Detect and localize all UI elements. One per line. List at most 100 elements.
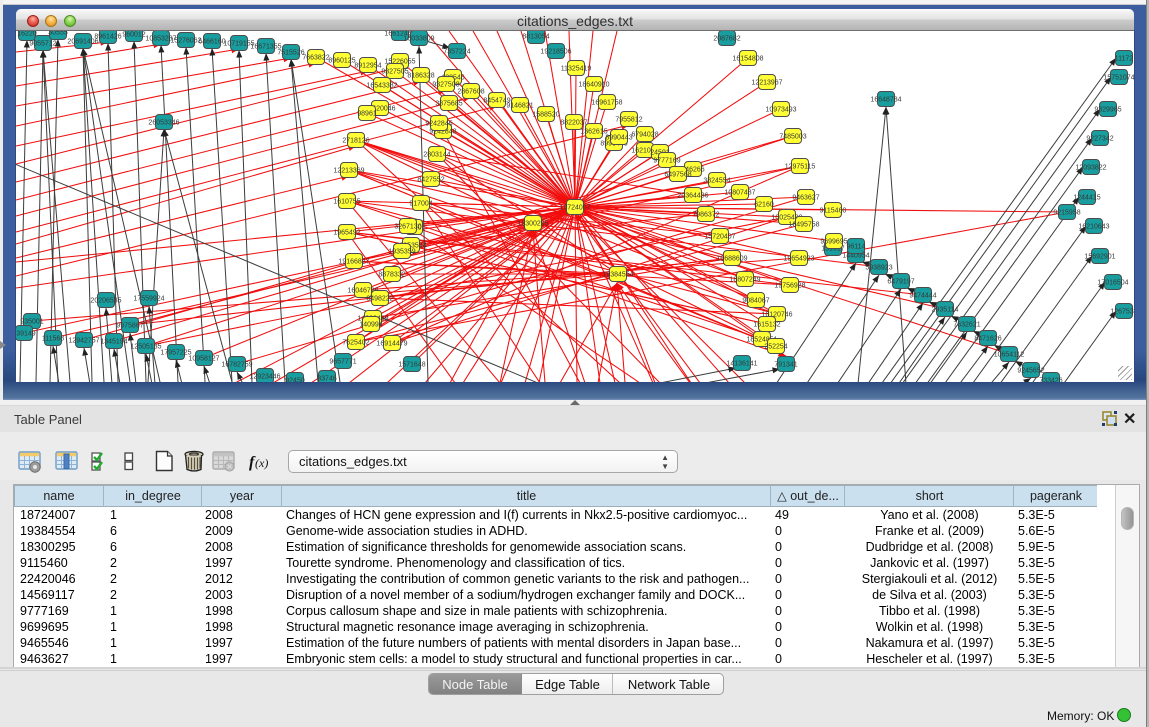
svg-text:19166827: 19166827 [338, 259, 369, 266]
svg-text:18300295: 18300295 [517, 221, 548, 228]
svg-text:9227342: 9227342 [1086, 136, 1113, 143]
svg-text:791341: 791341 [774, 362, 797, 369]
svg-text:9055712: 9055712 [29, 41, 56, 48]
svg-text:9657771: 9657771 [329, 359, 356, 366]
svg-text:8961426: 8961426 [94, 34, 121, 41]
svg-text:2935114: 2935114 [932, 307, 959, 314]
svg-text:9327505: 9327505 [381, 69, 408, 76]
svg-text:17559924: 17559924 [133, 296, 164, 303]
svg-text:19654923: 19654923 [783, 256, 814, 263]
svg-text:7515526: 7515526 [277, 50, 304, 57]
svg-text:2803144: 2803144 [423, 152, 450, 159]
svg-text:1267534: 1267534 [1110, 309, 1134, 316]
svg-text:8960125: 8960125 [328, 58, 355, 65]
svg-text:12213369: 12213369 [333, 168, 364, 175]
svg-text:19218506: 19218506 [540, 49, 571, 56]
svg-text:9242845: 9242845 [425, 121, 452, 128]
svg-text:1362615: 1362615 [580, 129, 607, 136]
svg-text:1965492: 1965492 [333, 230, 360, 237]
svg-text:3875685: 3875685 [435, 101, 462, 108]
svg-text:12975115: 12975115 [785, 164, 816, 171]
svg-text:9699695: 9699695 [820, 239, 847, 246]
svg-text:15751074: 15751074 [1103, 75, 1134, 82]
svg-text:96114: 96114 [847, 244, 866, 251]
svg-text:12213967: 12213967 [751, 80, 782, 87]
svg-text:6497568: 6497568 [664, 172, 691, 179]
svg-text:15720407: 15720407 [704, 234, 735, 241]
svg-text:9329965: 9329965 [1094, 107, 1121, 114]
svg-text:8878332: 8878332 [378, 272, 405, 279]
svg-text:12505135: 12505135 [130, 344, 161, 351]
svg-text:17016504: 17016504 [1097, 280, 1128, 287]
svg-text:20206535: 20206535 [90, 298, 121, 305]
svg-text:2718126: 2718126 [342, 138, 369, 145]
svg-text:1615132: 1615132 [753, 322, 780, 329]
svg-text:(x): (x) [255, 456, 268, 470]
svg-text:9463627: 9463627 [792, 195, 819, 202]
svg-text:12093822: 12093822 [1075, 165, 1106, 172]
svg-text:1571648: 1571648 [398, 362, 425, 369]
svg-text:62160: 62160 [754, 202, 774, 209]
svg-text:18724007: 18724007 [559, 205, 590, 212]
svg-text:2087682: 2087682 [713, 36, 740, 43]
svg-text:83746: 83746 [317, 376, 337, 383]
svg-text:8912954: 8912954 [354, 63, 381, 70]
svg-text:111568: 111568 [42, 336, 64, 343]
svg-text:8990443: 8990443 [605, 135, 632, 142]
svg-text:12923446: 12923446 [249, 374, 280, 381]
svg-text:16543382: 16543382 [366, 83, 397, 90]
svg-text:6479197: 6479197 [887, 279, 914, 286]
svg-text:939149: 939149 [16, 331, 36, 338]
svg-text:2867608: 2867608 [457, 89, 484, 96]
svg-text:7485003: 7485003 [779, 134, 806, 141]
svg-text:19756928: 19756928 [774, 283, 805, 290]
svg-text:16914479: 16914479 [376, 341, 407, 348]
svg-text:12942757: 12942757 [68, 338, 99, 345]
svg-text:10807487: 10807487 [724, 190, 755, 197]
svg-text:9327508: 9327508 [432, 82, 459, 89]
svg-text:8498222: 8498222 [366, 296, 393, 303]
svg-text:960012: 960012 [122, 32, 145, 39]
svg-text:8427552: 8427552 [417, 177, 444, 184]
svg-text:16648784: 16648784 [870, 97, 901, 104]
svg-text:9777169: 9777169 [653, 158, 680, 165]
svg-text:1244415: 1244415 [1073, 195, 1100, 202]
svg-text:19384554: 19384554 [602, 272, 633, 279]
svg-text:26053346: 26053346 [148, 120, 179, 127]
svg-text:8822037: 8822037 [560, 120, 587, 127]
svg-text:16210643: 16210643 [1078, 224, 1109, 231]
svg-text:18807249: 18807249 [729, 277, 760, 284]
svg-text:10654112: 10654112 [994, 352, 1025, 359]
svg-text:16220: 16220 [17, 31, 37, 38]
svg-text:15692901: 15692901 [1084, 254, 1115, 261]
svg-text:6466160: 6466160 [198, 39, 225, 46]
svg-text:92450: 92450 [285, 378, 305, 383]
svg-text:14136141: 14136141 [726, 361, 757, 368]
svg-text:9115460: 9115460 [820, 208, 847, 215]
svg-text:7663822: 7663822 [302, 55, 329, 62]
svg-text:9474444: 9474444 [909, 293, 936, 300]
svg-text:8471626: 8471626 [974, 336, 1001, 343]
svg-text:1345194: 1345194 [100, 339, 127, 346]
svg-text:17957225: 17957225 [160, 350, 191, 357]
svg-text:16154808: 16154808 [732, 56, 763, 63]
svg-text:9245652: 9245652 [1017, 368, 1044, 375]
svg-text:935001: 935001 [20, 319, 43, 326]
svg-text:16033809: 16033809 [403, 36, 434, 43]
svg-text:16495758: 16495758 [788, 222, 819, 229]
svg-text:9975867: 9975867 [116, 323, 143, 330]
svg-text:5938923: 5938923 [865, 265, 892, 272]
svg-text:98961: 98961 [357, 111, 377, 118]
svg-text:20364436: 20364436 [677, 193, 708, 200]
svg-text:16961758: 16961758 [591, 100, 622, 107]
svg-text:140994: 140994 [359, 322, 382, 329]
svg-text:1935359: 1935359 [388, 249, 415, 256]
svg-text:917004: 917004 [409, 201, 432, 208]
svg-text:7625402: 7625402 [342, 340, 369, 347]
svg-text:6794028: 6794028 [631, 132, 658, 139]
svg-text:9215958: 9215958 [1053, 210, 1080, 217]
svg-text:7357224: 7357224 [443, 49, 470, 56]
svg-text:10973493: 10973493 [765, 107, 796, 114]
svg-text:11172: 11172 [1115, 56, 1134, 63]
svg-text:8186328: 8186328 [407, 73, 434, 80]
